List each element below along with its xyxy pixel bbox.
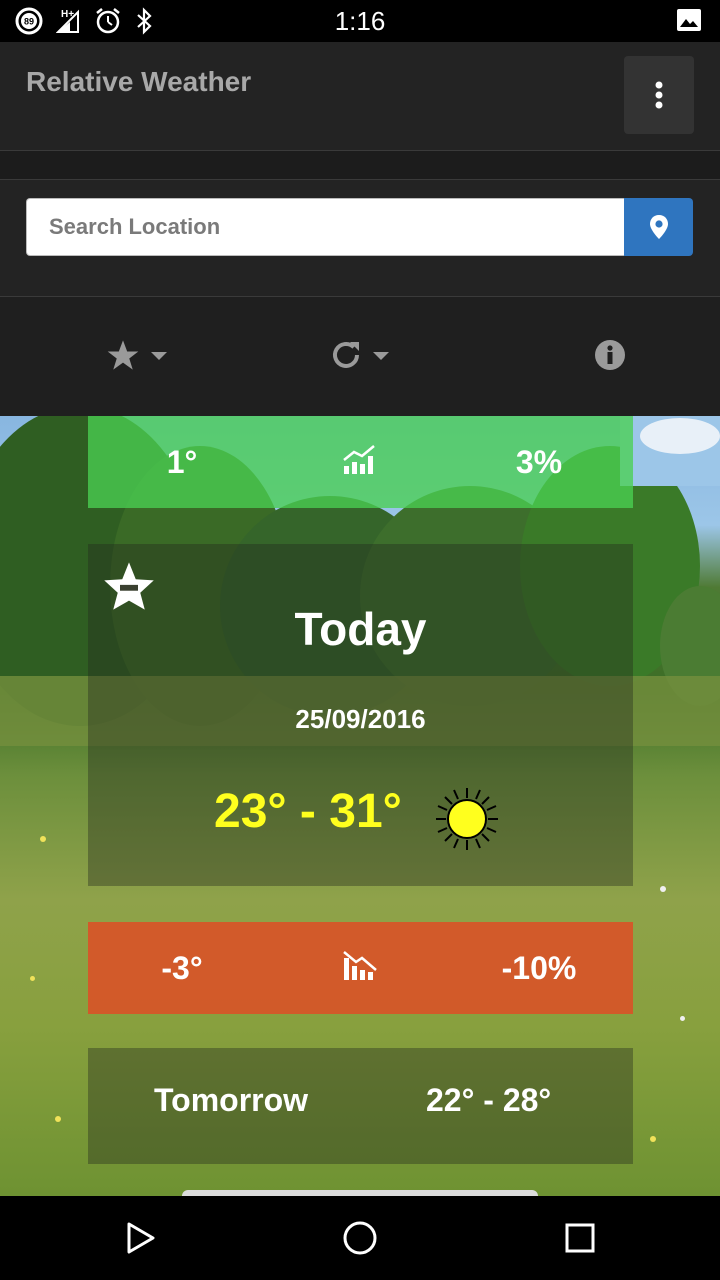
home-icon (343, 1221, 377, 1255)
refresh-dropdown-button[interactable] (330, 327, 390, 383)
back-icon (127, 1222, 155, 1254)
tomorrow-temp-range: 22° - 28° (426, 1082, 552, 1118)
percent-diff-up: 3% (515, 444, 563, 480)
locate-button[interactable] (624, 198, 693, 256)
back-button[interactable] (120, 1218, 160, 1258)
info-icon (595, 340, 625, 370)
caret-down-icon (373, 352, 389, 360)
recents-icon (565, 1223, 595, 1253)
map-marker-icon (649, 215, 668, 239)
info-button[interactable] (594, 327, 626, 383)
percent-diff-down: -10% (501, 950, 577, 986)
today-date: 25/09/2016 (295, 704, 426, 734)
comparison-down-panel: -3° -10% (88, 922, 633, 1014)
app-bar: Relative Weather (0, 42, 720, 151)
trend-down-chart-icon (343, 951, 377, 980)
recents-button[interactable] (560, 1218, 600, 1258)
today-temp-range: 23° - 31° (214, 785, 402, 838)
temp-diff-up: 1° (166, 444, 198, 480)
tomorrow-row[interactable]: Tomorrow 22° - 28° (88, 1048, 633, 1164)
temp-diff-down: -3° (161, 950, 203, 986)
search-bar (0, 180, 720, 297)
sun-icon (436, 788, 498, 850)
tomorrow-label: Tomorrow (154, 1082, 309, 1118)
search-location-input[interactable] (26, 198, 624, 256)
clock: 1:16 (334, 6, 386, 36)
comparison-up-panel: 1° 3% (88, 416, 633, 508)
refresh-icon (333, 341, 359, 368)
navigation-bar (0, 1196, 720, 1280)
overflow-menu-button[interactable] (624, 56, 694, 134)
more-vert-icon (655, 81, 663, 109)
favorites-dropdown-button[interactable] (106, 327, 168, 383)
star-icon (107, 340, 139, 370)
trend-up-chart-icon (343, 445, 375, 474)
home-button[interactable] (340, 1218, 380, 1258)
today-panel: Today 25/09/2016 23° - 31° (88, 544, 633, 886)
app-title: Relative Weather (26, 66, 252, 97)
weather-background-image: 1° 3% Today 25/09/2016 23° - 31° -3° -10… (0, 416, 720, 1196)
today-title: Today (294, 603, 427, 655)
caret-down-icon (151, 352, 167, 360)
image-notification-icon (676, 8, 702, 37)
status-bar: 89 H+ 1:16 (0, 0, 720, 42)
divider-strip (0, 151, 720, 180)
action-toolbar (0, 297, 720, 415)
